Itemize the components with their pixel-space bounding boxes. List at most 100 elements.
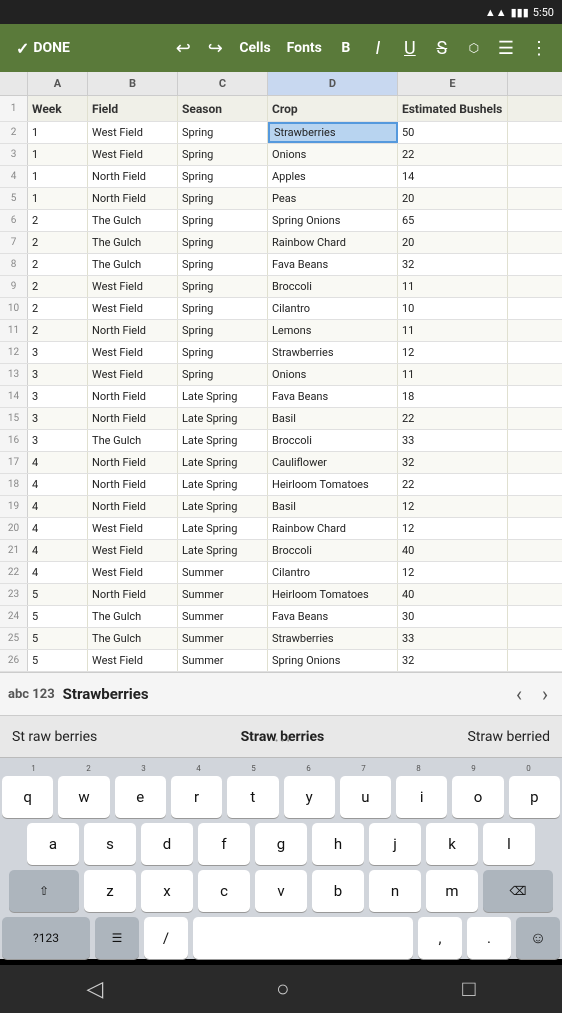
table-cell[interactable]: 3 [28,408,88,429]
table-cell[interactable]: 1 [28,188,88,209]
key-u[interactable]: u [340,776,391,818]
backspace-key[interactable]: ⌫ [483,870,553,912]
table-cell[interactable]: 40 [398,584,508,605]
table-cell[interactable]: The Gulch [88,628,178,649]
prev-cell-button[interactable]: ‹ [510,682,528,706]
table-cell[interactable]: 11 [398,320,508,341]
key-v[interactable]: v [255,870,307,912]
table-cell[interactable]: The Gulch [88,254,178,275]
table-cell[interactable]: 5 [28,606,88,627]
table-cell[interactable]: North Field [88,584,178,605]
table-cell[interactable]: Spring [178,144,268,165]
table-cell[interactable]: 22 [398,408,508,429]
shift-key[interactable]: ⇧ [9,870,79,912]
table-cell[interactable]: 5 [28,584,88,605]
table-cell[interactable]: Summer [178,606,268,627]
table-cell[interactable]: Summer [178,628,268,649]
table-cell[interactable]: Spring [178,298,268,319]
key-t[interactable]: t [227,776,278,818]
table-cell[interactable]: The Gulch [88,430,178,451]
table-cell[interactable]: 12 [398,518,508,539]
table-cell[interactable]: Fava Beans [268,606,398,627]
redo-button[interactable]: ↪ [201,34,229,63]
key-f[interactable]: f [198,823,250,865]
key-h[interactable]: h [312,823,364,865]
table-cell[interactable]: Onions [268,144,398,165]
table-cell[interactable]: Heirloom Tomatoes [268,584,398,605]
table-cell[interactable]: 22 [398,144,508,165]
table-cell[interactable]: 4 [28,518,88,539]
table-cell[interactable]: Late Spring [178,496,268,517]
table-cell[interactable]: Strawberries [268,342,398,363]
table-cell[interactable]: North Field [88,386,178,407]
fill-button[interactable]: ⬡ [460,37,488,59]
table-cell[interactable]: 2 [28,210,88,231]
key-q[interactable]: q [2,776,53,818]
table-cell[interactable]: Fava Beans [268,254,398,275]
table-cell[interactable]: Spring Onions [268,210,398,231]
italic-button[interactable]: I [364,34,392,63]
table-cell[interactable]: 2 [28,276,88,297]
table-cell[interactable]: 50 [398,122,508,143]
next-cell-button[interactable]: › [536,682,554,706]
table-cell[interactable]: Lemons [268,320,398,341]
table-cell[interactable]: 4 [28,562,88,583]
key-w[interactable]: w [58,776,109,818]
table-cell[interactable]: The Gulch [88,232,178,253]
key-m[interactable]: m [426,870,478,912]
table-cell[interactable]: 32 [398,650,508,671]
table-cell[interactable]: 12 [398,562,508,583]
lang-key[interactable]: ☰ [95,917,139,959]
autocomplete-item-2[interactable]: Straw berried [456,725,562,749]
table-cell[interactable]: Onions [268,364,398,385]
fonts-button[interactable]: Fonts [281,36,328,60]
table-cell[interactable]: 33 [398,628,508,649]
menu-button[interactable]: ⋮ [524,34,554,63]
key-s[interactable]: s [84,823,136,865]
table-cell[interactable]: West Field [88,276,178,297]
table-cell[interactable]: 12 [398,342,508,363]
table-cell[interactable]: 10 [398,298,508,319]
table-cell[interactable]: Spring Onions [268,650,398,671]
table-cell[interactable]: 2 [28,232,88,253]
table-cell[interactable]: Late Spring [178,452,268,473]
table-cell[interactable]: North Field [88,320,178,341]
undo-button[interactable]: ↩ [169,34,197,63]
key-j[interactable]: j [369,823,421,865]
table-cell[interactable]: 22 [398,474,508,495]
key-r[interactable]: r [171,776,222,818]
key-b[interactable]: b [312,870,364,912]
table-cell[interactable]: Cauliflower [268,452,398,473]
strikethrough-button[interactable]: S [428,34,456,63]
table-cell[interactable]: Broccoli [268,276,398,297]
table-cell[interactable]: 32 [398,254,508,275]
table-cell[interactable]: West Field [88,342,178,363]
key-a[interactable]: a [27,823,79,865]
table-cell[interactable]: Spring [178,188,268,209]
key-n[interactable]: n [369,870,421,912]
table-cell[interactable]: Spring [178,254,268,275]
table-cell[interactable]: 1 [28,144,88,165]
table-cell[interactable]: North Field [88,166,178,187]
done-button[interactable]: ✓ DONE [8,35,78,62]
table-cell[interactable]: North Field [88,408,178,429]
table-cell[interactable]: 33 [398,430,508,451]
table-cell[interactable]: West Field [88,122,178,143]
comma-key[interactable]: , [418,917,462,959]
table-cell[interactable]: West Field [88,144,178,165]
table-cell[interactable]: 2 [28,320,88,341]
table-cell[interactable]: 5 [28,650,88,671]
table-cell[interactable]: 3 [28,386,88,407]
input-bar-value[interactable]: Strawberries [63,685,502,703]
table-cell[interactable]: West Field [88,540,178,561]
table-cell[interactable]: Rainbow Chard [268,518,398,539]
table-cell[interactable]: Peas [268,188,398,209]
table-cell[interactable]: North Field [88,496,178,517]
table-cell[interactable]: 40 [398,540,508,561]
table-cell[interactable]: 18 [398,386,508,407]
table-cell[interactable]: Basil [268,496,398,517]
table-cell[interactable]: Broccoli [268,430,398,451]
table-cell[interactable]: 11 [398,364,508,385]
table-cell[interactable]: North Field [88,452,178,473]
cell-header-season[interactable]: Season [178,96,268,121]
